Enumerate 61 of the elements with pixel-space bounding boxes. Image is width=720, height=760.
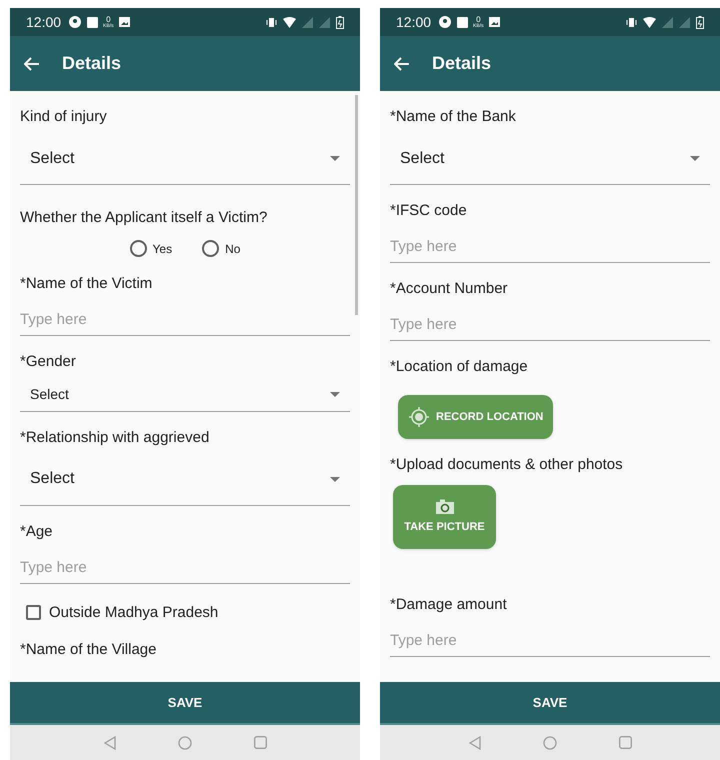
vibrate-icon <box>266 16 277 28</box>
square-icon <box>457 16 468 28</box>
text-input[interactable]: Type here <box>390 309 710 341</box>
screen-title: Details <box>62 52 122 75</box>
signal-icon <box>679 16 690 28</box>
target-icon <box>408 406 430 428</box>
signal-icon <box>662 16 673 28</box>
text-input[interactable]: Type here <box>390 231 710 263</box>
field-label: *Location of damage <box>390 358 528 375</box>
field-label: *IFSC code <box>390 202 467 219</box>
text-input[interactable]: Type here <box>20 552 350 584</box>
radio-option[interactable]: Yes <box>130 240 172 258</box>
radio-option[interactable]: No <box>202 240 240 258</box>
select-dropdown[interactable]: Select <box>20 454 350 506</box>
select-dropdown[interactable]: Select <box>20 133 350 185</box>
battery-icon <box>696 16 704 28</box>
field-label: *Age <box>20 522 53 540</box>
status-time: 12:00 <box>396 12 432 32</box>
save-button[interactable]: SAVE <box>10 682 360 725</box>
dropdown-caret-icon <box>690 156 700 161</box>
home-icon[interactable] <box>178 736 192 750</box>
field-label: Kind of injury <box>20 108 107 125</box>
field-label: *Account Number <box>390 280 508 297</box>
text-input[interactable]: Type here <box>390 625 710 657</box>
screen-title: Details <box>432 52 492 75</box>
select-dropdown[interactable]: Select <box>20 378 350 412</box>
save-button[interactable]: SAVE <box>380 682 720 725</box>
signal-icon <box>319 16 330 28</box>
image-icon <box>488 17 500 27</box>
text-input[interactable]: Type here <box>20 304 350 336</box>
field-label: *Relationship with aggrieved <box>20 428 210 446</box>
field-label: *Damage amount <box>390 596 507 613</box>
select-dropdown[interactable]: Select <box>390 133 710 185</box>
app-notification-icon <box>439 16 452 28</box>
back-arrow-icon[interactable] <box>24 56 40 70</box>
dropdown-caret-icon <box>330 476 340 482</box>
home-icon[interactable] <box>542 736 556 750</box>
back-arrow-icon[interactable] <box>394 56 410 70</box>
status-time: 12:00 <box>26 12 62 32</box>
vibrate-icon <box>626 16 637 28</box>
field-label: *Name of the Victim <box>20 274 152 292</box>
recents-icon[interactable] <box>254 736 266 749</box>
wifi-icon <box>643 16 656 28</box>
question-label: Whether the Applicant itself a Victim? <box>20 208 268 228</box>
square-icon <box>87 16 98 28</box>
image-icon <box>118 17 130 27</box>
signal-icon <box>302 16 313 28</box>
checkbox-option[interactable]: Outside Madhya Pradesh <box>26 602 360 624</box>
dropdown-caret-icon <box>330 156 340 161</box>
field-label: *Upload documents & other photos <box>390 456 623 473</box>
battery-icon <box>336 16 344 28</box>
wifi-icon <box>283 16 296 28</box>
field-label: *Name of the Bank <box>390 108 516 125</box>
field-label: *Name of the Village <box>20 641 156 658</box>
field-label: *Gender <box>20 352 76 370</box>
back-icon[interactable] <box>104 736 116 750</box>
dropdown-caret-icon <box>330 392 340 396</box>
camera-icon <box>434 498 454 515</box>
app-notification-icon <box>69 16 82 28</box>
back-icon[interactable] <box>468 736 480 750</box>
recents-icon[interactable] <box>618 736 632 749</box>
